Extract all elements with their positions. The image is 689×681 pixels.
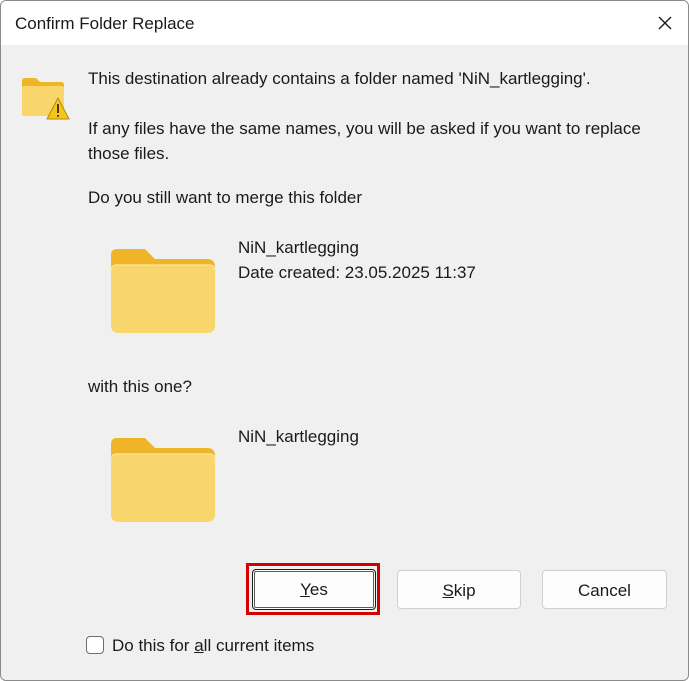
skip-button-accelerator: S <box>442 581 454 600</box>
title-bar: Confirm Folder Replace <box>1 1 688 45</box>
destination-message: This destination already contains a fold… <box>88 69 591 88</box>
close-icon <box>658 16 672 30</box>
merge-question: Do you still want to merge this folder <box>88 188 363 207</box>
cancel-button[interactable]: Cancel <box>542 570 667 609</box>
source-folder-icon <box>110 249 216 333</box>
destination-folder-icon <box>110 438 216 522</box>
folder-warning-icon <box>22 78 70 120</box>
apply-all-label-before: Do this for <box>112 636 195 655</box>
apply-all-label-after: ll current items <box>203 636 315 655</box>
skip-button[interactable]: Skip <box>397 570 521 609</box>
skip-button-label-after: kip <box>453 581 476 600</box>
source-folder-name: NiN_kartlegging <box>238 238 359 257</box>
yes-button-label-after: es <box>309 580 328 599</box>
replace-note: If any files have the same names, you wi… <box>88 119 641 163</box>
apply-all-label[interactable]: Do this for all current items <box>112 634 314 658</box>
apply-all-accelerator: a <box>194 636 204 655</box>
destination-folder-name: NiN_kartlegging <box>238 427 359 446</box>
yes-button[interactable]: Yes <box>252 569 376 610</box>
source-folder-date: Date created: 23.05.2025 11:37 <box>238 263 476 282</box>
yes-button-accelerator: Y <box>300 580 310 599</box>
confirm-folder-replace-dialog: Confirm Folder Replace This destination … <box>0 0 689 681</box>
close-button[interactable] <box>642 1 688 45</box>
apply-all-checkbox[interactable] <box>86 636 104 654</box>
dialog-title: Confirm Folder Replace <box>15 14 195 33</box>
with-this-one-label: with this one? <box>88 377 192 396</box>
